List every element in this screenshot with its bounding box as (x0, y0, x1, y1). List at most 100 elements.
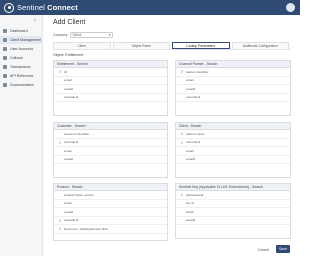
field-option-row[interactable]: external id (176, 94, 290, 102)
sidebar-nav: Dashboard Client Management User Accounts C… (0, 27, 43, 90)
field-option-label: email2 (186, 86, 196, 91)
field-option-label: email2 (186, 157, 196, 162)
panel-title: Product - Search (54, 184, 167, 191)
field-option-row[interactable]: serial2 (176, 217, 290, 225)
checkmark-icon: ✓ (180, 139, 184, 145)
field-option-row[interactable]: ✓ partner identifier (176, 68, 290, 77)
sidebar-item-label: API Reference (10, 74, 34, 78)
panel-title: Client - Search (176, 123, 290, 130)
field-option-row[interactable]: email2 (54, 156, 167, 164)
sidebar-item-label: Transactions (10, 65, 31, 69)
checkmark-icon: ✓ (180, 69, 184, 75)
field-option-label: serial (186, 209, 194, 214)
tab-client[interactable]: Client (53, 42, 111, 49)
sentinel-logo-icon (4, 2, 14, 13)
api-reference-icon (3, 74, 7, 78)
field-option-row[interactable]: email2 (176, 156, 290, 164)
field-option-row[interactable]: external id (54, 94, 167, 102)
field-option-label: partner identifier (186, 69, 209, 74)
panel-title: Customer - Search (54, 123, 167, 130)
user-avatar-icon[interactable] (286, 3, 295, 12)
field-option-label: customer identifier (64, 131, 90, 136)
sidebar-item-label: Callouts (10, 56, 23, 60)
field-option-row[interactable]: product frame version (54, 191, 167, 200)
sidebar-item-callouts[interactable]: Callouts (0, 54, 43, 62)
field-option-row[interactable]: ✓ external id (54, 217, 167, 225)
checkmark-icon: ✓ (180, 131, 184, 137)
client-management-icon (3, 38, 7, 42)
page-title: Add Client (53, 19, 86, 26)
field-option-label: product frame version (64, 192, 94, 197)
sidebar-item-label: Documentation (10, 83, 35, 87)
tab-bar: Client Object Rules Lookup Parameters Addit… (53, 42, 291, 50)
field-option-label: email2 (64, 157, 74, 162)
tab-object-rules[interactable]: Object Rules (112, 42, 170, 49)
field-option-row[interactable]: email (176, 147, 290, 156)
field-option-label: email2 (64, 209, 74, 214)
field-option-row[interactable]: ✓ Resource / Subdepartment field (54, 225, 167, 234)
field-option-row[interactable]: key id (176, 200, 290, 208)
sidebar-item-label: User Accounts (10, 47, 34, 51)
field-option-row[interactable]: ✓ partner name (176, 130, 290, 139)
field-option-row[interactable]: email2 (176, 85, 290, 94)
field-option-row[interactable]: email2 (54, 85, 167, 94)
field-option-row[interactable]: ✓ external id (54, 139, 167, 147)
field-option-label: email (186, 78, 194, 83)
field-option-label: ID (64, 69, 68, 74)
field-option-label: external id (64, 95, 79, 100)
sidebar-item-transactions[interactable]: Transactions (0, 63, 43, 71)
field-option-row[interactable]: ✓ pkinstanceid (176, 191, 290, 200)
sidebar-item-user-accounts[interactable]: User Accounts (0, 45, 43, 53)
field-option-label: email2 (64, 86, 74, 91)
tab-additional-configuration[interactable]: Additional Configuration (231, 42, 289, 49)
search-panel: Customer - Search customer identifier ✓ ext… (53, 122, 168, 178)
field-option-row[interactable]: email (54, 147, 167, 156)
search-panel: Product - Search product frame version ema… (53, 183, 168, 241)
company-label: Company (53, 33, 68, 37)
search-panel: Client - Search ✓ partner name ✓ external id… (175, 122, 291, 178)
panel-title: Entitlement - Search (54, 61, 167, 68)
checkmark-icon: ✓ (58, 69, 62, 75)
sidebar-item-dashboard[interactable]: Dashboard (0, 27, 43, 35)
field-option-label: partner name (186, 131, 205, 136)
field-option-label: pkinstanceid (186, 192, 204, 197)
company-select[interactable]: Select ▾ (69, 32, 113, 38)
chevron-down-icon: ▾ (108, 32, 111, 37)
field-option-label: email (64, 148, 72, 153)
cancel-button[interactable]: Cancel (258, 248, 269, 252)
field-option-row[interactable]: email (54, 200, 167, 208)
field-option-row[interactable]: email (176, 77, 290, 85)
checkmark-icon: ✓ (58, 139, 62, 145)
sidebar-item-documentation[interactable]: Documentation (0, 81, 43, 89)
collapse-sidebar-icon[interactable]: ‹ (34, 18, 36, 24)
company-field: Company Select ▾ (53, 32, 113, 38)
top-bar: Sentinel Connect (0, 0, 300, 15)
field-option-row[interactable]: customer identifier (54, 130, 167, 139)
search-panel: Channel Partner - Search ✓ partner identif… (175, 60, 291, 116)
field-option-label: email (64, 78, 72, 83)
field-option-row[interactable]: serial (176, 208, 290, 217)
field-option-row[interactable]: ✓ ID (54, 68, 167, 77)
callouts-icon (3, 56, 7, 60)
sidebar-item-label: Client Management (10, 38, 42, 42)
sidebar-item-client-management[interactable]: Client Management (0, 36, 43, 44)
app-brand: Sentinel Connect (17, 3, 78, 12)
field-option-row[interactable]: email (54, 77, 167, 85)
field-option-label: external id (64, 218, 79, 223)
transactions-icon (3, 65, 7, 69)
checkmark-icon: ✓ (58, 217, 62, 223)
search-panel: Entitlement - Search ✓ ID email email2 extern… (53, 60, 168, 116)
field-option-label: external id (186, 95, 201, 100)
checkmark-icon: ✓ (58, 226, 62, 232)
field-option-label: email (64, 201, 72, 206)
tab-lookup-parameters[interactable]: Lookup Parameters (172, 42, 230, 49)
save-button[interactable]: Save (276, 245, 290, 253)
field-option-row[interactable]: ✓ external id (176, 139, 290, 147)
panel-title: Channel Partner - Search (176, 61, 290, 68)
panel-title: Sentinel Key (Applicable To LDK Enforcem… (176, 184, 290, 191)
field-option-row[interactable]: email2 (54, 208, 167, 217)
sidebar-item-api-reference[interactable]: API Reference (0, 72, 43, 80)
field-option-label: key id (186, 201, 195, 206)
dashboard-icon (3, 29, 7, 33)
search-panel: Sentinel Key (Applicable To LDK Enforcem… (175, 183, 291, 239)
